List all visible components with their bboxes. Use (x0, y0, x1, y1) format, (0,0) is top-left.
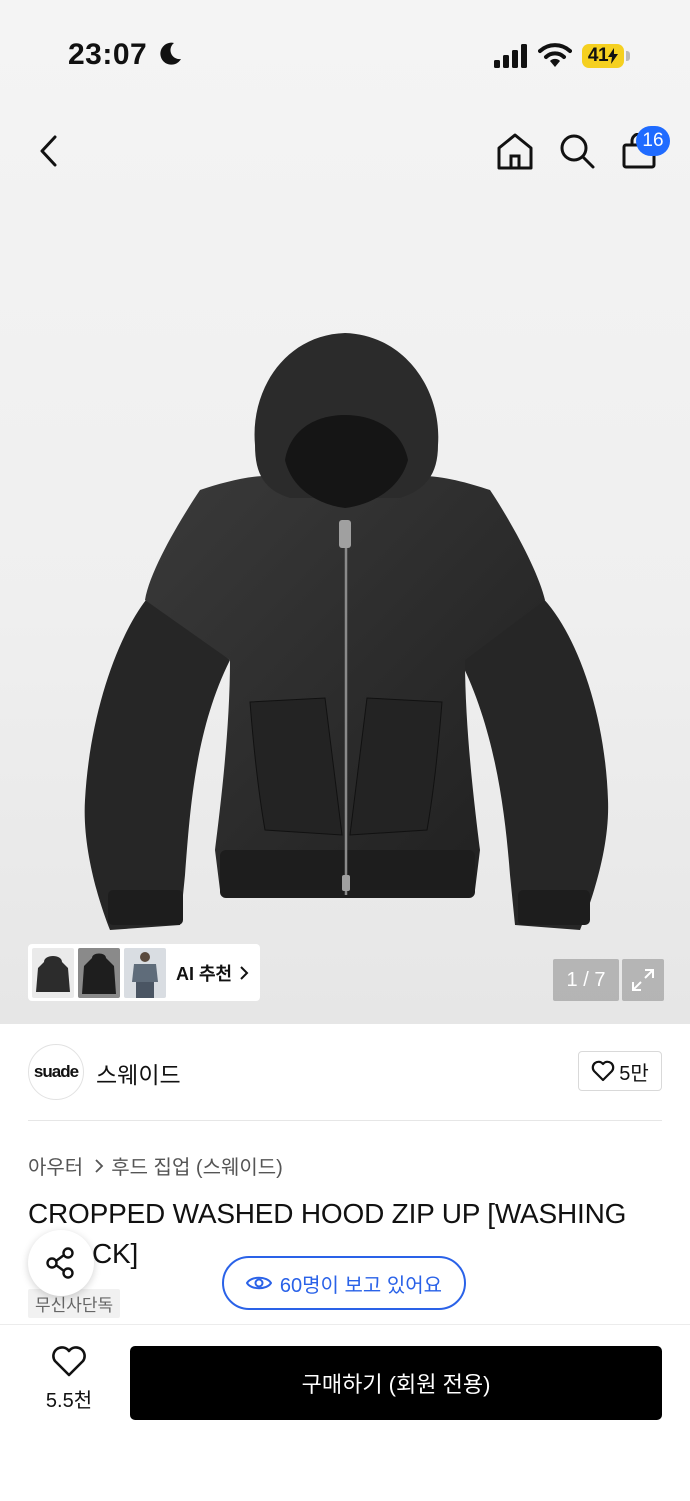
heart-icon (591, 1060, 615, 1082)
expand-button[interactable] (622, 959, 664, 1001)
brand-logo[interactable]: suade (28, 1044, 84, 1100)
ai-thumb-1[interactable] (32, 947, 74, 998)
signal-icon (494, 44, 527, 68)
search-button[interactable] (554, 128, 600, 174)
ai-recommend-button[interactable]: AI 추천 (28, 944, 260, 1001)
product-title-line1: CROPPED WASHED HOOD ZIP UP [WASHING (28, 1198, 627, 1229)
expand-icon (632, 969, 654, 991)
chevron-right-icon (95, 1158, 104, 1173)
share-button[interactable] (28, 1230, 94, 1296)
image-pager: 1 / 7 (553, 959, 619, 1001)
home-icon (497, 133, 533, 170)
product-image[interactable] (80, 330, 610, 930)
ai-thumb-2[interactable] (78, 947, 120, 998)
viewers-indicator: 60명이 보고 있어요 (222, 1256, 466, 1310)
back-button[interactable] (26, 128, 72, 174)
breadcrumb: 아우터 후드 집업 (스웨이드) (28, 1151, 283, 1180)
product-like-count: 5.5천 (45, 1390, 93, 1412)
chevron-left-icon (40, 135, 57, 167)
product-like-button[interactable]: 5.5천 (30, 1346, 108, 1422)
cart-count-badge: 16 (636, 126, 670, 156)
buy-button[interactable]: 구매하기 (회원 전용) (130, 1346, 662, 1420)
home-button[interactable] (492, 128, 538, 174)
charging-bolt-icon (608, 48, 619, 64)
brand-like-count: 5만 (619, 1062, 649, 1085)
breadcrumb-subcategory[interactable]: 후드 집업 (스웨이드) (111, 1151, 283, 1180)
divider (28, 1120, 662, 1121)
wifi-icon (538, 43, 572, 67)
breadcrumb-category[interactable]: 아우터 (28, 1151, 83, 1180)
status-time: 23:07 (68, 38, 148, 71)
ai-thumb-3[interactable] (124, 947, 166, 998)
brand-like-button[interactable]: 5만 (578, 1051, 662, 1091)
heart-icon (52, 1346, 86, 1377)
share-icon (46, 1247, 74, 1279)
search-icon (560, 134, 595, 169)
ai-recommend-label: AI 추천 (176, 963, 233, 984)
battery-indicator: 41 (582, 44, 624, 68)
battery-tip (626, 51, 630, 61)
viewers-text: 60명이 보고 있어요 (279, 1274, 443, 1297)
eye-icon (245, 1276, 272, 1290)
exclusive-tag: 무신사단독 (28, 1289, 121, 1318)
chevron-right-icon (240, 965, 249, 980)
moon-icon (160, 42, 181, 65)
battery-level: 41 (587, 45, 609, 66)
brand-name[interactable]: 스웨이드 (96, 1056, 181, 1090)
